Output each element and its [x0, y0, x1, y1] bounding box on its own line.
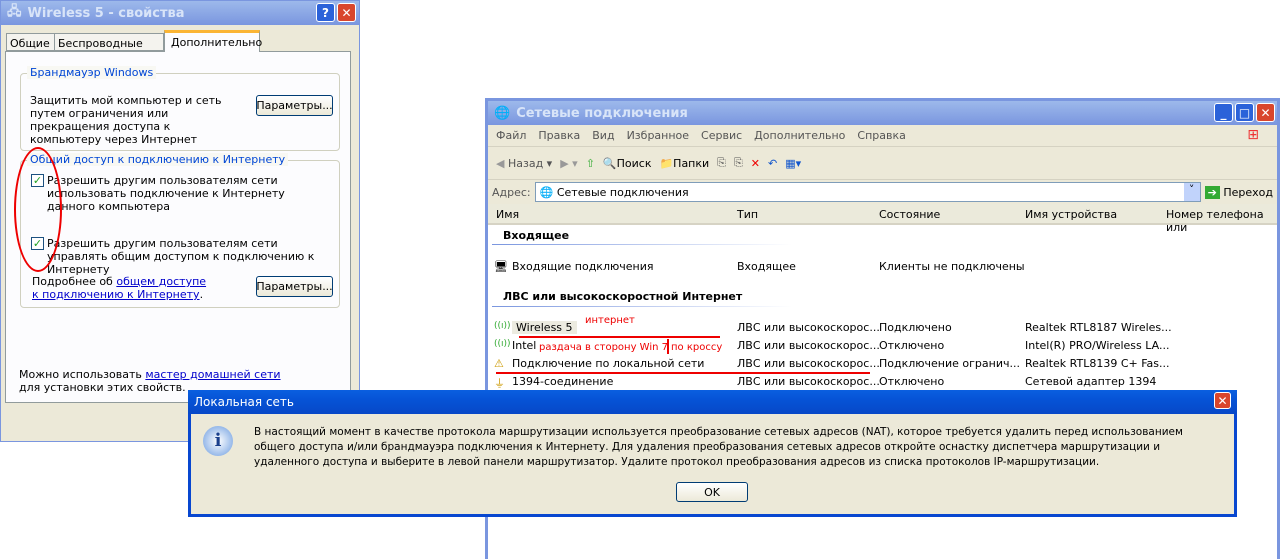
go-button[interactable]: ➔ Переход — [1204, 185, 1273, 199]
menu-bar: Файл Правка Вид Избранное Сервис Дополнительн… — [488, 125, 1277, 147]
ics-help-text: Подробнее об общем доступе к подключению… — [32, 275, 207, 301]
message-box: Локальная сеть ✕ i В настоящий момент в … — [188, 390, 1237, 517]
col-status[interactable]: Состояние — [879, 208, 940, 221]
menu-edit[interactable]: Правка — [538, 129, 580, 142]
firewall-group: Брандмауэр Windows Защитить мой компьюте… — [20, 66, 340, 151]
toolbar: ◀ Назад ▾ ▶ ▾ ⇧ 🔍Поиск 📁Папки ⎘ ⎘ ✕ ↶ ▦▾ — [488, 147, 1277, 180]
list-item[interactable]: ⚠ Подключение по локальной сети ЛВС или вы… — [488, 355, 1277, 373]
address-bar: Адрес: 🌐 Сетевые подключения ˅ ➔ Переход — [488, 180, 1277, 204]
lan-icon: ⏚ — [494, 377, 505, 390]
list-item[interactable]: ⏚ 1394-соединение ЛВС или высокоскорос... О… — [488, 373, 1277, 391]
ics-group: Общий доступ к подключению к Интернету ✓… — [20, 153, 340, 308]
col-device[interactable]: Имя устройства — [1025, 208, 1117, 221]
tab-wireless[interactable]: Беспроводные сети — [54, 33, 164, 63]
minimize-button[interactable]: _ — [1214, 103, 1233, 122]
close-button[interactable]: ✕ — [1214, 392, 1231, 409]
close-button[interactable]: ✕ — [337, 3, 356, 22]
delete-icon[interactable]: ✕ — [751, 157, 760, 170]
copy-icon[interactable]: ⎘ — [734, 156, 743, 170]
ics-settings-button[interactable]: Параметры... — [256, 276, 333, 297]
home-network-wizard-link[interactable]: мастер домашней сети — [145, 368, 280, 381]
forward-button[interactable]: ▶ ▾ — [560, 157, 577, 170]
group-header-incoming: Входящее — [503, 229, 570, 242]
back-arrow-icon: ◀ — [496, 156, 505, 170]
firewall-text: Защитить мой компьютер и сеть путем огра… — [30, 94, 222, 146]
annotation-internet: интернет — [585, 315, 635, 326]
windows-logo-icon: ⊞ — [1247, 127, 1259, 143]
move-icon[interactable]: ⎘ — [717, 156, 726, 170]
group-header-lan: ЛВС или высокоскоростной Интернет — [503, 290, 743, 303]
annotation-crossover: по кроссу — [671, 342, 723, 353]
properties-dialog: 🖧 Wireless 5 - свойства ? ✕ Общие Беспро… — [0, 0, 360, 442]
dialog-title: Wireless 5 - свойства — [27, 5, 185, 21]
menu-tools[interactable]: Сервис — [701, 129, 742, 142]
menu-favorites[interactable]: Избранное — [627, 129, 689, 142]
annotation-share: раздача в сторону Win 7 — [539, 342, 668, 353]
globe-icon: 🌐 — [494, 105, 511, 121]
network-icon: 🖧 — [7, 4, 22, 19]
dropdown-icon[interactable]: ˅ — [1183, 183, 1200, 201]
maximize-button[interactable]: □ — [1235, 103, 1254, 122]
incoming-icon: 🖥 — [494, 260, 508, 273]
firewall-settings-button[interactable]: Параметры... — [256, 95, 333, 116]
title-bar: 🖧 Wireless 5 - свойства ? ✕ — [1, 1, 359, 25]
col-phone[interactable]: Номер телефона или — [1166, 208, 1277, 234]
back-button[interactable]: ◀ Назад ▾ — [496, 157, 552, 170]
lan-warning-icon: ⚠ — [494, 357, 504, 370]
menu-advanced[interactable]: Дополнительно — [754, 129, 845, 142]
wireless-icon: ((ı)) — [494, 321, 511, 331]
wireless-icon: ((ı)) — [494, 339, 511, 349]
tab-advanced[interactable]: Дополнительно — [164, 30, 262, 52]
column-header: Имя Тип Состояние Имя устройства Номер т… — [488, 204, 1277, 234]
folders-button[interactable]: 📁Папки — [659, 157, 709, 170]
search-button[interactable]: 🔍Поиск — [603, 157, 652, 170]
undo-icon[interactable]: ↶ — [768, 157, 777, 170]
up-folder-icon[interactable]: ⇧ — [586, 157, 595, 170]
address-input[interactable]: 🌐 Сетевые подключения ˅ — [534, 182, 1201, 202]
tab-general[interactable]: Общие — [6, 33, 56, 51]
list-item[interactable]: 🖥 Входящие подключения Входящее Клиенты не … — [488, 258, 1277, 276]
go-arrow-icon: ➔ — [1204, 185, 1220, 199]
menu-file[interactable]: Файл — [496, 129, 526, 142]
col-name[interactable]: Имя — [496, 208, 519, 221]
help-button[interactable]: ? — [316, 3, 335, 22]
ok-button[interactable]: OK — [676, 482, 748, 502]
col-type[interactable]: Тип — [737, 208, 758, 221]
info-icon: i — [203, 426, 233, 456]
title-bar: 🌐 Сетевые подключения _ □ ✕ — [488, 101, 1277, 125]
views-icon[interactable]: ▦▾ — [785, 157, 801, 170]
title-bar: Локальная сеть ✕ — [188, 390, 1237, 414]
menu-help[interactable]: Справка — [857, 129, 905, 142]
globe-icon: 🌐 — [539, 185, 554, 199]
menu-view[interactable]: Вид — [592, 129, 614, 142]
red-ellipse-annotation — [14, 147, 62, 272]
message-text: В настоящий момент в качестве протокола … — [254, 426, 1183, 468]
close-button[interactable]: ✕ — [1256, 103, 1275, 122]
